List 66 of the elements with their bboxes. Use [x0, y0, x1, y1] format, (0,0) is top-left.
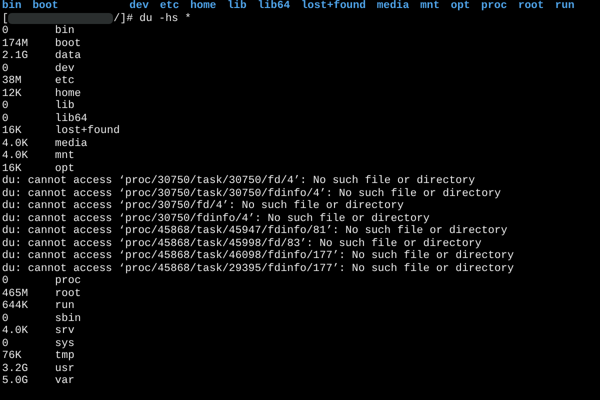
- error-message: du: cannot access ‘proc/45868/task/45947/fdinfo/81’: No such file or directory: [2, 225, 508, 238]
- size-value: 76K: [2, 350, 22, 362]
- directory-name: home: [55, 88, 81, 100]
- size-value: 0: [2, 275, 10, 288]
- directory-name: run: [55, 300, 74, 312]
- directory-name: home: [190, 0, 216, 12]
- directory-name: mnt: [420, 0, 440, 12]
- directory-name: srv: [55, 325, 74, 338]
- directory-name: proc: [481, 0, 508, 12]
- size-value: 4.0K: [2, 325, 29, 338]
- error-message: du: cannot access ‘proc/45868/task/29395/fdinfo/177’: No such file or directory: [2, 262, 514, 275]
- directory-name: lib64: [258, 0, 290, 12]
- command-line: /]# du -hs *: [113, 12, 192, 25]
- error-message: du: cannot access ‘proc/30750/fdinfo/4’: No such file or directory: [2, 212, 430, 225]
- directory-name: etc: [55, 75, 74, 88]
- directory-name: media: [376, 0, 410, 12]
- error-message: du: cannot access ‘proc/30750/fd/4’: No such file or directory: [2, 200, 404, 212]
- directory-name: sbin: [55, 312, 81, 325]
- directory-name: boot: [32, 0, 58, 12]
- directory-name: var: [55, 375, 74, 388]
- size-value: 5.0G: [2, 375, 29, 388]
- directory-name: opt: [450, 0, 470, 12]
- directory-name: boot: [55, 38, 81, 50]
- directory-name: bin: [55, 25, 74, 38]
- directory-name: opt: [55, 162, 74, 175]
- size-value: 0: [2, 312, 10, 325]
- size-value: 3.2G: [2, 362, 29, 375]
- directory-name: media: [55, 138, 88, 150]
- directory-name: data: [55, 50, 81, 62]
- size-value: 0: [2, 338, 10, 350]
- error-message: du: cannot access ‘proc/45868/task/46098/fdinfo/177’: No such file or directory: [2, 250, 514, 262]
- directory-name: tmp: [55, 350, 74, 362]
- directory-name: root: [518, 0, 544, 12]
- size-value: 16K: [2, 162, 22, 175]
- size-value: 2.1G: [2, 50, 29, 62]
- size-value: 38M: [2, 75, 22, 88]
- error-message: du: cannot access ‘proc/45868/task/45998/fd/83’: No such file or directory: [2, 238, 482, 250]
- directory-name: dev: [55, 62, 74, 75]
- directory-name: etc: [160, 0, 180, 12]
- directory-name: root: [55, 288, 81, 300]
- directory-name: mnt: [55, 150, 74, 162]
- size-value: 4.0K: [2, 150, 29, 162]
- directory-name: lost+found: [301, 0, 366, 12]
- directory-name: lib: [55, 100, 74, 112]
- directory-name: dev: [129, 0, 149, 12]
- size-value: 465M: [2, 288, 29, 300]
- size-value: 0: [2, 112, 10, 125]
- error-message: du: cannot access ‘proc/30750/task/30750/fd/4’: No such file or directory: [2, 175, 475, 188]
- size-value: 0: [2, 100, 10, 112]
- size-value: 0: [2, 62, 10, 75]
- directory-name: usr: [55, 362, 74, 375]
- size-value: 0: [2, 25, 10, 38]
- size-value: 174M: [2, 38, 29, 50]
- directory-name: lib: [227, 0, 247, 12]
- directory-name: run: [555, 0, 574, 12]
- size-value: 12K: [2, 88, 22, 100]
- size-value: 644K: [2, 300, 29, 312]
- error-message: du: cannot access ‘proc/30750/task/30750/fdinfo/4’: No such file or directory: [2, 188, 501, 200]
- size-value: 4.0K: [2, 138, 29, 150]
- directory-name: lost+found: [55, 125, 120, 138]
- directory-name: bin: [2, 0, 22, 12]
- prompt-bracket: [: [2, 12, 8, 25]
- directory-name: proc: [55, 275, 81, 288]
- directory-name: sys: [55, 338, 74, 350]
- directory-name: lib64: [55, 112, 88, 125]
- size-value: 16K: [2, 125, 22, 138]
